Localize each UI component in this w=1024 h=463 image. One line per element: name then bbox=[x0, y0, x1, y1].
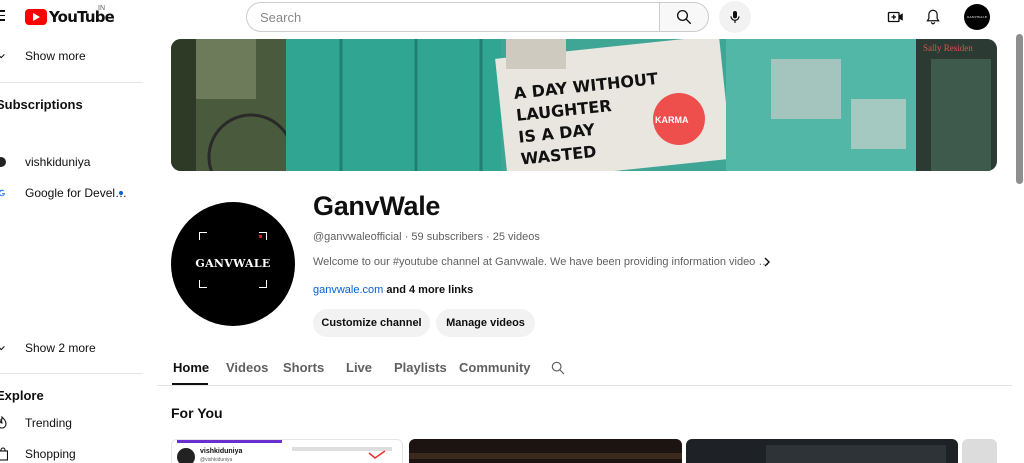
sidebar-item-label: Trending bbox=[25, 416, 72, 430]
sidebar-item-label: Google for Devel… bbox=[25, 186, 128, 200]
microphone-icon bbox=[730, 11, 740, 23]
search-input[interactable] bbox=[260, 9, 660, 25]
trending-icon bbox=[0, 416, 8, 430]
search-icon bbox=[676, 9, 692, 25]
customize-channel-button[interactable]: Customize channel bbox=[313, 309, 430, 337]
tab-shorts[interactable]: Shorts bbox=[283, 360, 324, 375]
video-thumbnail[interactable] bbox=[686, 439, 958, 463]
search-button[interactable] bbox=[659, 2, 709, 32]
channel-links: ganvwale.com and 4 more links bbox=[313, 284, 473, 296]
account-avatar[interactable]: GANVWALE bbox=[964, 4, 990, 30]
sidebar-divider bbox=[0, 82, 143, 83]
subscriptions-heading[interactable]: Subscriptions bbox=[0, 97, 83, 112]
channel-description[interactable]: Welcome to our #youtube channel at Ganvw… bbox=[313, 256, 769, 268]
meta-separator: · bbox=[486, 231, 493, 243]
hamburger-menu-icon[interactable] bbox=[0, 10, 6, 22]
tab-videos[interactable]: Videos bbox=[226, 360, 268, 375]
chevron-down-icon bbox=[0, 49, 8, 63]
search-icon[interactable] bbox=[550, 360, 566, 376]
banner-sticker-text: KARMA bbox=[655, 115, 689, 125]
sidebar-show-more[interactable]: Show more bbox=[0, 41, 148, 71]
sidebar-show-more-label: Show more bbox=[25, 49, 86, 63]
video-count: 25 videos bbox=[492, 231, 540, 243]
shopping-bag-icon bbox=[0, 447, 8, 461]
banner-shop-sign: Sally Residen bbox=[923, 43, 973, 53]
avatar-corner-mark bbox=[259, 280, 267, 288]
more-links[interactable]: and 4 more links bbox=[386, 284, 473, 296]
banner-image: KARMA Sally Residen A DAY WITHOUT LAUGHT… bbox=[171, 39, 997, 171]
channel-banner: KARMA Sally Residen A DAY WITHOUT LAUGHT… bbox=[171, 39, 997, 171]
channel-handle: @ganvwaleofficial bbox=[313, 231, 402, 243]
thumbnail-keyboard-image bbox=[766, 445, 946, 463]
create-video-icon bbox=[887, 11, 903, 23]
account-avatar-text: GANVWALE bbox=[966, 15, 988, 19]
sidebar-item-trending[interactable]: Trending bbox=[0, 408, 148, 438]
avatar-corner-mark bbox=[199, 280, 207, 288]
subscriptions-heading-label: Subscriptions bbox=[0, 97, 83, 112]
thumbnail-image-strip bbox=[409, 453, 682, 459]
thumbnail-channel-name: vishkiduniya bbox=[200, 448, 243, 455]
video-thumbnail[interactable] bbox=[962, 439, 997, 463]
tab-community[interactable]: Community bbox=[459, 360, 531, 375]
sidebar-divider bbox=[0, 373, 143, 374]
channel-avatar[interactable]: GANVWALE bbox=[171, 202, 295, 326]
explore-heading: Explore bbox=[0, 388, 44, 403]
section-title: For You bbox=[171, 405, 223, 421]
active-tab-indicator bbox=[172, 383, 208, 385]
page-scrollbar-thumb[interactable] bbox=[1016, 34, 1023, 184]
manage-videos-label: Manage videos bbox=[446, 317, 525, 329]
channel-link[interactable]: ganvwale.com bbox=[313, 284, 383, 296]
tab-home[interactable]: Home bbox=[173, 360, 209, 375]
video-thumbnail[interactable] bbox=[409, 439, 682, 463]
avatar bbox=[177, 448, 195, 463]
chevron-right-icon[interactable] bbox=[760, 255, 774, 269]
avatar-corner-mark bbox=[199, 232, 207, 240]
channel-tabs: Home Videos Shorts Live Playlists Commun… bbox=[157, 350, 1012, 386]
thumbnail-accent-bar bbox=[177, 440, 282, 443]
manage-videos-button[interactable]: Manage videos bbox=[436, 309, 535, 337]
sidebar-show-2-more-label: Show 2 more bbox=[25, 341, 96, 355]
sidebar-show-2-more[interactable]: Show 2 more bbox=[0, 333, 148, 363]
tab-live[interactable]: Live bbox=[346, 360, 372, 375]
voice-search-button[interactable] bbox=[719, 1, 751, 33]
subscriber-count: 59 subscribers bbox=[411, 231, 483, 243]
explore-heading-label: Explore bbox=[0, 388, 44, 403]
avatar bbox=[0, 155, 6, 169]
channel-name: GanvWale bbox=[313, 191, 441, 221]
country-code: IN bbox=[98, 5, 105, 12]
channel-avatar-text: GANVWALE bbox=[195, 257, 271, 270]
thumbnail-channel-handle: @vishkiduniya bbox=[200, 457, 233, 463]
google-logo-icon bbox=[0, 186, 8, 200]
new-content-dot bbox=[119, 191, 123, 195]
avatar-red-dot bbox=[259, 235, 262, 238]
create-button[interactable] bbox=[884, 5, 908, 29]
sidebar-item-google-for-developers[interactable]: Google for Devel… bbox=[0, 178, 148, 208]
channel-meta: @ganvwaleofficial · 59 subscribers · 25 … bbox=[313, 231, 540, 243]
video-thumbnail[interactable]: vishkiduniya @vishkiduniya bbox=[171, 439, 403, 463]
sidebar-item-label: Shopping bbox=[25, 447, 76, 461]
tab-playlists[interactable]: Playlists bbox=[394, 360, 447, 375]
notifications-button[interactable] bbox=[921, 5, 945, 29]
checkmark-icon bbox=[368, 450, 386, 459]
sidebar-item-shopping[interactable]: Shopping bbox=[0, 439, 148, 463]
sidebar: Show more Subscriptions vishkiduniya Goo… bbox=[0, 34, 148, 463]
youtube-play-icon bbox=[25, 9, 47, 25]
sidebar-item-vishkiduniya[interactable]: vishkiduniya bbox=[0, 147, 148, 177]
bell-icon bbox=[926, 9, 940, 25]
sidebar-item-label: vishkiduniya bbox=[25, 155, 91, 169]
chevron-down-icon bbox=[0, 341, 8, 355]
top-bar: YouTube IN GANVWALE bbox=[0, 0, 1024, 34]
search-box bbox=[246, 2, 660, 32]
customize-channel-label: Customize channel bbox=[321, 317, 422, 329]
